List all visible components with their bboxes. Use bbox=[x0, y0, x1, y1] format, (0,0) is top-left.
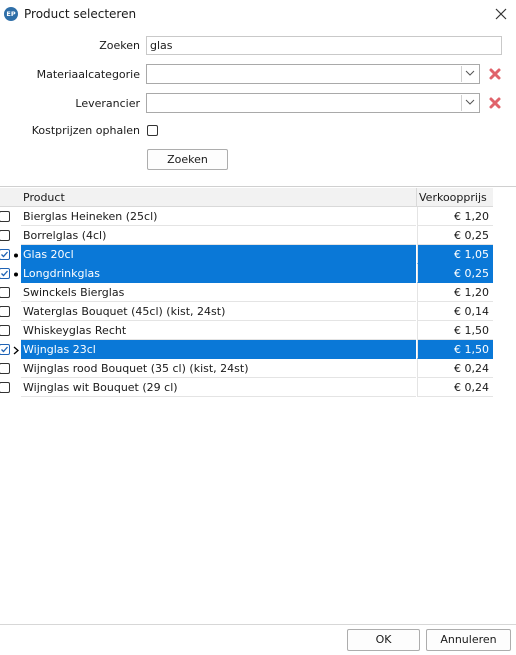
price-value: € 1,20 bbox=[454, 210, 489, 223]
product-name: Glas 20cl bbox=[23, 248, 74, 261]
price-cell[interactable]: € 0,25 bbox=[417, 264, 493, 283]
table-row[interactable]: Whiskeyglas Recht € 1,50 bbox=[0, 321, 493, 340]
table-row[interactable]: Swinckels Bierglas € 1,20 bbox=[0, 283, 493, 302]
price-cell[interactable]: € 1,50 bbox=[417, 340, 493, 359]
price-value: € 0,25 bbox=[454, 229, 489, 242]
table-row[interactable]: Longdrinkglas € 0,25 bbox=[0, 264, 493, 283]
column-header-product[interactable]: Product bbox=[23, 191, 65, 204]
price-value: € 1,05 bbox=[454, 248, 489, 261]
checkmark-icon bbox=[1, 346, 8, 353]
cancel-button[interactable]: Annuleren bbox=[426, 629, 511, 651]
row-checkbox[interactable] bbox=[0, 325, 10, 336]
table-row[interactable]: Wijnglas rood Bouquet (35 cl) (kist, 24s… bbox=[0, 359, 493, 378]
product-name: Longdrinkglas bbox=[23, 267, 101, 280]
product-cell[interactable]: Waterglas Bouquet (45cl) (kist, 24st) bbox=[21, 302, 416, 321]
product-cell[interactable]: Wijnglas wit Bouquet (29 cl) bbox=[21, 378, 416, 397]
app-logo-icon: EP bbox=[4, 7, 18, 21]
table-row[interactable]: Wijnglas 23cl € 1,50 bbox=[0, 340, 493, 359]
row-checkbox[interactable] bbox=[0, 306, 10, 317]
price-cell[interactable]: € 1,50 bbox=[417, 321, 493, 340]
divider bbox=[0, 186, 516, 187]
clear-category-icon[interactable] bbox=[488, 67, 502, 81]
product-name: Borrelglas (4cl) bbox=[23, 229, 107, 242]
title-bar: EP Product selecteren bbox=[0, 0, 516, 28]
price-cell[interactable]: € 1,20 bbox=[417, 283, 493, 302]
table-row[interactable]: Borrelglas (4cl) € 0,25 bbox=[0, 226, 493, 245]
product-cell[interactable]: Swinckels Bierglas bbox=[21, 283, 416, 302]
cost-price-label: Kostprijzen ophalen bbox=[31, 124, 140, 137]
search-input[interactable]: glas bbox=[146, 36, 502, 55]
row-checkbox[interactable] bbox=[0, 287, 10, 298]
close-icon bbox=[495, 8, 507, 20]
table-row[interactable]: Glas 20cl € 1,05 bbox=[0, 245, 493, 264]
price-cell[interactable]: € 0,25 bbox=[417, 226, 493, 245]
cost-price-checkbox[interactable] bbox=[147, 125, 158, 136]
product-name: Wijnglas wit Bouquet (29 cl) bbox=[23, 381, 178, 394]
price-value: € 1,20 bbox=[454, 286, 489, 299]
checkmark-icon bbox=[1, 251, 8, 258]
price-value: € 0,24 bbox=[454, 362, 489, 375]
search-label: Zoeken bbox=[99, 39, 140, 52]
product-cell[interactable]: Wijnglas rood Bouquet (35 cl) (kist, 24s… bbox=[21, 359, 416, 378]
table-row[interactable]: Wijnglas wit Bouquet (29 cl) € 0,24 bbox=[0, 378, 493, 397]
supplier-select[interactable] bbox=[146, 93, 480, 113]
product-cell[interactable]: Bierglas Heineken (25cl) bbox=[21, 207, 416, 226]
row-selected-dot-icon bbox=[12, 250, 20, 259]
chevron-down-icon bbox=[465, 99, 475, 105]
price-value: € 1,50 bbox=[454, 324, 489, 337]
product-name: Whiskeyglas Recht bbox=[23, 324, 127, 337]
current-row-arrow-icon bbox=[12, 345, 20, 355]
price-value: € 0,25 bbox=[454, 267, 489, 280]
row-checkbox[interactable] bbox=[0, 344, 10, 355]
product-name: Waterglas Bouquet (45cl) (kist, 24st) bbox=[23, 305, 226, 318]
price-cell[interactable]: € 1,05 bbox=[417, 245, 493, 264]
row-checkbox[interactable] bbox=[0, 230, 10, 241]
row-checkbox[interactable] bbox=[0, 211, 10, 222]
price-value: € 0,14 bbox=[454, 305, 489, 318]
row-checkbox[interactable] bbox=[0, 268, 10, 279]
product-name: Bierglas Heineken (25cl) bbox=[23, 210, 158, 223]
supplier-dropdown-button[interactable] bbox=[461, 95, 478, 111]
supplier-label: Leverancier bbox=[75, 97, 140, 110]
table-header: Product Verkoopprijs bbox=[0, 188, 493, 207]
category-select[interactable] bbox=[146, 64, 480, 84]
row-checkbox[interactable] bbox=[0, 249, 10, 260]
footer-divider bbox=[0, 624, 516, 625]
row-selected-dot-icon bbox=[12, 269, 20, 278]
column-header-price[interactable]: Verkoopprijs bbox=[419, 191, 487, 204]
table-row[interactable]: Waterglas Bouquet (45cl) (kist, 24st) € 0… bbox=[0, 302, 493, 321]
category-label: Materiaalcategorie bbox=[36, 68, 140, 81]
product-cell[interactable]: Borrelglas (4cl) bbox=[21, 226, 416, 245]
price-cell[interactable]: € 0,14 bbox=[417, 302, 493, 321]
product-cell[interactable]: Wijnglas 23cl bbox=[21, 340, 416, 359]
product-name: Wijnglas 23cl bbox=[23, 343, 96, 356]
price-cell[interactable]: € 1,20 bbox=[417, 207, 493, 226]
search-button[interactable]: Zoeken bbox=[147, 149, 228, 170]
close-button[interactable] bbox=[490, 3, 512, 25]
table-row[interactable]: Bierglas Heineken (25cl) € 1,20 bbox=[0, 207, 493, 226]
clear-supplier-icon[interactable] bbox=[488, 96, 502, 110]
ok-button[interactable]: OK bbox=[347, 629, 420, 651]
category-dropdown-button[interactable] bbox=[461, 66, 478, 82]
row-checkbox[interactable] bbox=[0, 382, 10, 393]
checkmark-icon bbox=[1, 270, 8, 277]
column-divider bbox=[416, 188, 417, 207]
product-cell[interactable]: Glas 20cl bbox=[21, 245, 416, 264]
chevron-down-icon bbox=[465, 70, 475, 76]
price-cell[interactable]: € 0,24 bbox=[417, 359, 493, 378]
window-title: Product selecteren bbox=[24, 7, 137, 21]
product-name: Wijnglas rood Bouquet (35 cl) (kist, 24s… bbox=[23, 362, 249, 375]
price-value: € 0,24 bbox=[454, 381, 489, 394]
product-cell[interactable]: Whiskeyglas Recht bbox=[21, 321, 416, 340]
row-checkbox[interactable] bbox=[0, 363, 10, 374]
product-cell[interactable]: Longdrinkglas bbox=[21, 264, 416, 283]
price-cell[interactable]: € 0,24 bbox=[417, 378, 493, 397]
product-name: Swinckels Bierglas bbox=[23, 286, 125, 299]
price-value: € 1,50 bbox=[454, 343, 489, 356]
search-input-value: glas bbox=[150, 39, 173, 52]
